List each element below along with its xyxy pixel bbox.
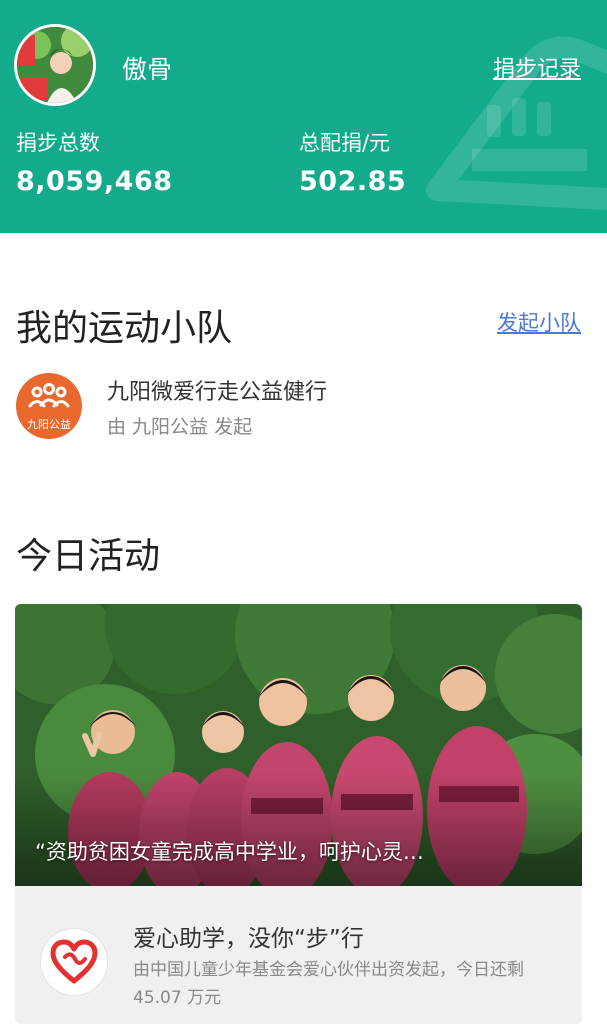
foundation-logo — [40, 928, 108, 996]
team-initiator: 由 九阳公益 发起 — [107, 416, 253, 438]
activity-quote: “资助贫困女童完成高中学业，呵护心灵… — [35, 840, 424, 864]
avatar-image — [17, 27, 93, 103]
activity-photo: “资助贫困女童完成高中学业，呵护心灵… — [15, 604, 582, 886]
activity-description: 由中国儿童少年基金会爱心伙伴出资发起，今日还剩 45.07 万元 — [133, 960, 524, 1008]
team-logo-text: 九阳公益 — [27, 418, 71, 431]
team-name: 九阳微爱行走公益健行 — [107, 380, 328, 405]
total-steps-value: 8,059,468 — [16, 166, 173, 197]
start-team-link[interactable]: 发起小队 — [497, 307, 581, 337]
team-list-item[interactable]: 九阳公益 九阳微爱行走公益健行 由 九阳公益 发起 — [0, 366, 607, 446]
avatar[interactable] — [14, 24, 96, 106]
team-section-title: 我的运动小队 — [16, 308, 233, 349]
heart-icon — [50, 939, 98, 984]
activity-info: 爱心助学，没你“步”行 由中国儿童少年基金会爱心伙伴出资发起，今日还剩 45.0… — [15, 886, 582, 1024]
activity-card[interactable]: “资助贫困女童完成高中学业，呵护心灵… 爱心助学，没你“步”行 由中国儿童少年基… — [15, 604, 582, 1024]
activity-section-title: 今日活动 — [16, 536, 161, 577]
total-matched-value: 502.85 — [299, 166, 407, 197]
people-icon — [28, 383, 70, 408]
total-steps-label: 捐步总数 — [16, 131, 100, 155]
donation-record-link[interactable]: 捐步记录 — [493, 51, 581, 83]
shoe-watermark-icon — [426, 36, 607, 210]
username: 傲骨 — [122, 55, 173, 84]
team-logo: 九阳公益 — [16, 373, 82, 439]
activity-title: 爱心助学，没你“步”行 — [133, 926, 364, 952]
profile-header: 傲骨 捐步记录 捐步总数 8,059,468 总配捐/元 502.85 — [0, 0, 607, 233]
total-matched-label: 总配捐/元 — [299, 131, 391, 155]
